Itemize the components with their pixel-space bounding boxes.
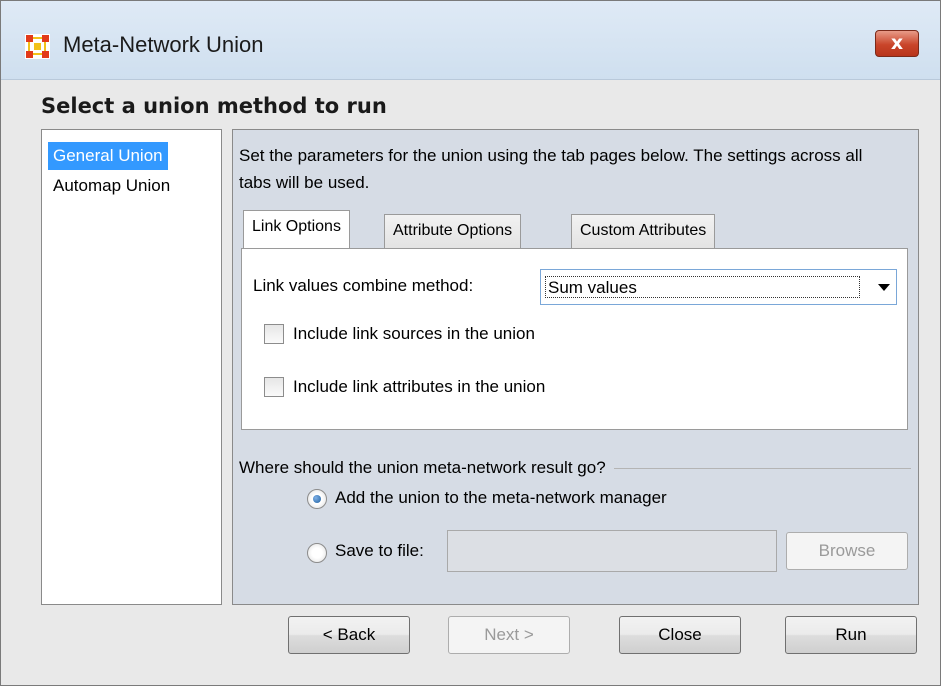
- back-button[interactable]: < Back: [288, 616, 410, 654]
- file-path-input[interactable]: [447, 530, 777, 572]
- close-button[interactable]: Close: [619, 616, 741, 654]
- close-icon: x: [890, 32, 904, 54]
- parameters-description: Set the parameters for the union using t…: [239, 146, 863, 192]
- include-link-sources-checkbox[interactable]: [264, 324, 284, 344]
- save-to-file-radio[interactable]: [307, 543, 327, 563]
- combine-method-select[interactable]: Sum values: [540, 269, 897, 305]
- browse-button[interactable]: Browse: [786, 532, 908, 570]
- page-heading: Select a union method to run: [41, 94, 387, 118]
- link-options-tab-page: Link values combine method: Sum values I…: [241, 248, 908, 430]
- union-parameters-panel: Set the parameters for the union using t…: [232, 129, 919, 605]
- union-method-list[interactable]: General Union Automap Union: [41, 129, 222, 605]
- window-title: Meta-Network Union: [63, 32, 264, 57]
- combine-method-value: Sum values: [545, 276, 860, 298]
- method-item-general-union[interactable]: General Union: [48, 142, 168, 170]
- destination-group-label: Where should the union meta-network resu…: [239, 458, 614, 478]
- method-item-automap-union[interactable]: Automap Union: [48, 172, 175, 200]
- add-to-manager-label[interactable]: Add the union to the meta-network manage…: [335, 488, 667, 508]
- save-to-file-label[interactable]: Save to file:: [335, 541, 424, 561]
- tab-attribute-options[interactable]: Attribute Options: [384, 214, 522, 248]
- next-button[interactable]: Next >: [448, 616, 570, 654]
- include-link-attributes-checkbox[interactable]: [264, 377, 284, 397]
- run-button[interactable]: Run: [785, 616, 917, 654]
- tab-link-options[interactable]: Link Options: [243, 210, 350, 248]
- include-link-attributes-label[interactable]: Include link attributes in the union: [293, 377, 545, 397]
- meta-network-union-dialog: Meta-Network Union x Select a union meth…: [0, 0, 941, 686]
- add-to-manager-radio[interactable]: [307, 489, 327, 509]
- tab-custom-attributes[interactable]: Custom Attributes: [571, 214, 716, 248]
- network-app-icon: [25, 34, 50, 59]
- window-close-button[interactable]: x: [875, 30, 919, 57]
- combine-method-label: Link values combine method:: [253, 276, 474, 295]
- chevron-down-icon[interactable]: [878, 284, 890, 291]
- title-bar[interactable]: Meta-Network Union x: [1, 1, 940, 80]
- include-link-sources-label[interactable]: Include link sources in the union: [293, 324, 535, 344]
